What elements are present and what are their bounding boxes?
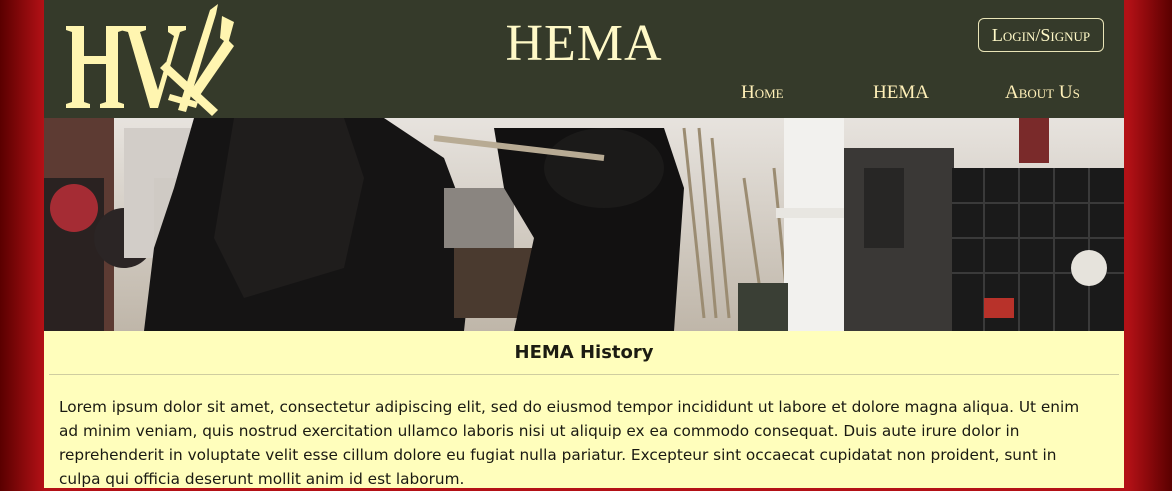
site-header: HEMA Login/Signup Home HEMA About Us	[44, 0, 1124, 118]
content-divider	[49, 374, 1119, 375]
banner-image	[44, 118, 1124, 331]
fencing-photo-icon	[44, 118, 1124, 331]
page-container: HEMA Login/Signup Home HEMA About Us HEM…	[44, 0, 1124, 488]
main-nav: Home HEMA About Us	[44, 82, 1124, 106]
content-body-text: Lorem ipsum dolor sit amet, consectetur …	[59, 398, 1080, 488]
login-signup-button[interactable]: Login/Signup	[978, 18, 1104, 52]
content-title: HEMA History	[514, 342, 654, 363]
nav-item-hema[interactable]: HEMA	[873, 82, 929, 104]
nav-item-about-us[interactable]: About Us	[1005, 82, 1080, 104]
nav-item-home[interactable]: Home	[741, 82, 784, 104]
